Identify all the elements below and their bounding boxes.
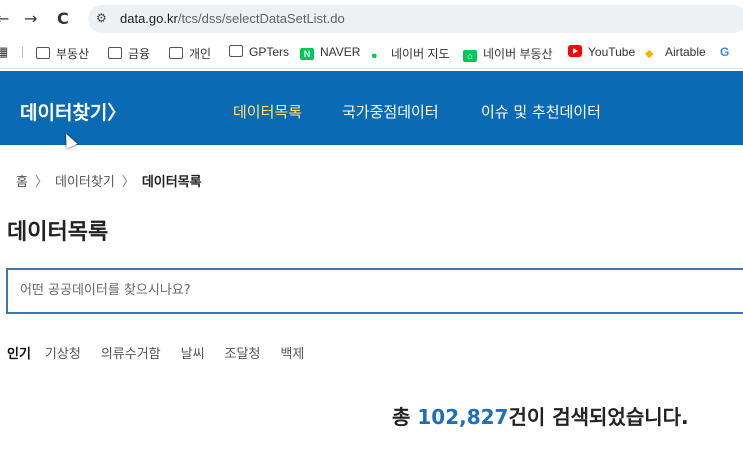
bookmark-label: NAVER <box>320 45 361 59</box>
bookmarks-divider: | <box>21 44 25 58</box>
popular-label: 인기 <box>7 347 31 362</box>
folder-icon <box>108 47 122 59</box>
site-settings-icon[interactable]: ⚙ <box>96 11 107 25</box>
address-bar[interactable]: ⚙ data.go.kr/tcs/dss/selectDataSetList.d… <box>88 5 743 33</box>
keyword-tag[interactable]: 백제 <box>280 347 304 362</box>
url-text[interactable]: data.go.kr/tcs/dss/selectDataSetList.do <box>120 11 345 26</box>
site-header: 데이터찾기〉 데이터목록 국가중점데이터 이슈 및 추천데이터 <box>0 71 743 145</box>
page-title: 데이터목록 <box>7 220 109 245</box>
brand-label: 데이터찾기 <box>20 102 108 124</box>
back-button[interactable]: ← <box>0 9 9 29</box>
google-icon[interactable]: G <box>720 45 729 59</box>
forward-button[interactable]: → <box>24 9 37 29</box>
bookmark-personal[interactable]: 개인 <box>169 45 211 62</box>
breadcrumb: 홈 〉 데이터찾기 〉 데이터목록 <box>16 171 202 190</box>
folder-icon <box>36 47 50 59</box>
nav-national-key-data[interactable]: 국가중점데이터 <box>342 101 439 122</box>
breadcrumb-home[interactable]: 홈 <box>16 175 28 190</box>
nav-issue-recommended-data[interactable]: 이슈 및 추천데이터 <box>481 101 601 122</box>
keyword-tag[interactable]: 날씨 <box>181 347 205 362</box>
bookmark-label: 네이버 지도 <box>391 47 450 61</box>
bookmark-label: YouTube <box>588 45 636 59</box>
bookmark-naver[interactable]: N NAVER <box>300 45 360 60</box>
bookmark-gpters[interactable]: GPTers <box>229 45 289 59</box>
chevron-right-icon: 〉 <box>107 102 127 124</box>
brand-title[interactable]: 데이터찾기〉 <box>20 98 126 125</box>
keyword-tag[interactable]: 기상청 <box>45 347 81 362</box>
url-path: /tcs/dss/selectDataSetList.do <box>177 11 345 26</box>
bookmark-naver-land[interactable]: ⌂ 네이버 부동산 <box>463 45 553 62</box>
airtable-icon: ◆ <box>645 48 654 60</box>
bookmark-label: 부동산 <box>56 47 90 61</box>
browser-toolbar: ← → C ⚙ data.go.kr/tcs/dss/selectDataSet… <box>0 0 743 38</box>
bookmark-naver-map[interactable]: ● 네이버 지도 <box>371 45 450 62</box>
result-summary: 총 102,827건이 검색되었습니다. <box>392 401 689 430</box>
bookmarks-bar: ▦ | 부동산 금융 개인 GPTers N NAVER ● 네이버 지도 ⌂ 네이버… <box>0 38 743 69</box>
bookmark-real-estate[interactable]: 부동산 <box>36 45 89 62</box>
bookmark-label: 금융 <box>128 47 151 61</box>
keyword-tag[interactable]: 의류수거함 <box>101 347 161 362</box>
bookmark-label: 개인 <box>189 47 212 61</box>
breadcrumb-separator-icon: 〉 <box>121 175 135 190</box>
folder-icon <box>229 45 243 57</box>
breadcrumb-parent[interactable]: 데이터찾기 <box>55 175 115 190</box>
breadcrumb-current: 데이터목록 <box>141 175 202 190</box>
bookmark-youtube[interactable]: YouTube <box>568 45 635 59</box>
bookmark-finance[interactable]: 금융 <box>108 45 150 62</box>
apps-grid-icon[interactable]: ▦ <box>0 44 8 60</box>
youtube-icon <box>568 45 582 57</box>
naver-land-icon: ⌂ <box>463 50 477 62</box>
search-box <box>6 268 743 314</box>
reload-button[interactable]: C <box>57 9 69 29</box>
naver-map-icon: ● <box>371 50 378 62</box>
result-count: 102,827 <box>417 405 509 429</box>
search-input[interactable] <box>18 282 722 299</box>
keyword-tag[interactable]: 조달청 <box>225 347 261 362</box>
result-prefix: 총 <box>392 405 418 429</box>
nav-data-list[interactable]: 데이터목록 <box>233 101 302 122</box>
bookmark-label: 네이버 부동산 <box>483 47 553 61</box>
bookmark-label: GPTers <box>249 45 290 59</box>
bookmark-airtable[interactable]: ◆ Airtable <box>645 45 706 60</box>
url-host: data.go.kr <box>120 11 178 26</box>
popular-keywords: 인기 기상청 의류수거함 날씨 조달청 백제 <box>7 343 324 362</box>
bookmark-label: Airtable <box>665 45 706 59</box>
naver-icon: N <box>300 48 314 60</box>
folder-icon <box>169 47 183 59</box>
result-suffix: 건이 검색되었습니다. <box>508 405 689 429</box>
breadcrumb-separator-icon: 〉 <box>34 175 48 190</box>
